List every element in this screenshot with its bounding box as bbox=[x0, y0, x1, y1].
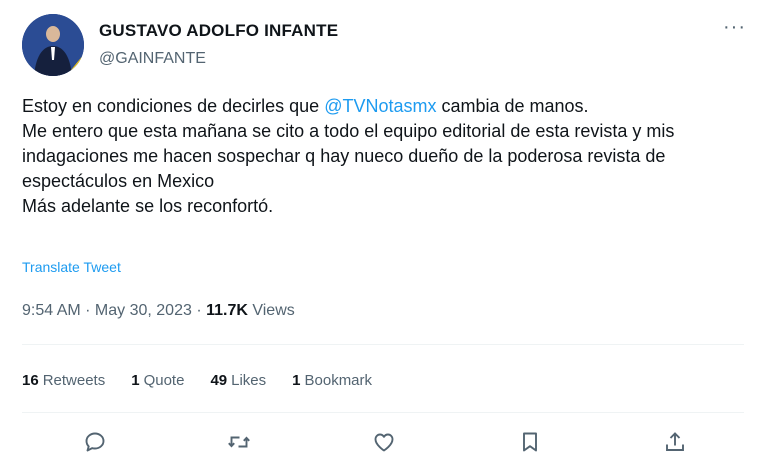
retweet-button[interactable] bbox=[221, 424, 257, 460]
heart-icon bbox=[374, 433, 394, 452]
bookmark-button[interactable] bbox=[512, 424, 548, 460]
reply-icon bbox=[85, 432, 105, 452]
mention-link[interactable]: @TVNotasmx bbox=[324, 96, 436, 116]
bookmark-icon bbox=[523, 432, 537, 452]
avatar[interactable] bbox=[22, 14, 84, 76]
avatar-image bbox=[22, 14, 84, 76]
meta-separator: · bbox=[191, 302, 207, 319]
share-button[interactable] bbox=[657, 424, 693, 460]
views-count: 11.7K bbox=[206, 302, 248, 319]
retweets-count: 16 bbox=[22, 372, 39, 389]
divider bbox=[22, 412, 744, 413]
author-name[interactable]: GUSTAVO ADOLFO INFANTE bbox=[99, 21, 338, 41]
tweet-date[interactable]: May 30, 2023 bbox=[95, 302, 192, 319]
retweet-icon bbox=[228, 436, 250, 448]
translate-tweet-link[interactable]: Translate Tweet bbox=[22, 259, 121, 275]
tweet-stats: 16 Retweets 1 Quote 49 Likes 1 Bookmark bbox=[22, 372, 372, 389]
quotes-count: 1 bbox=[131, 372, 140, 389]
share-icon bbox=[666, 432, 684, 451]
bookmarks-label: Bookmark bbox=[304, 372, 373, 389]
tweet-text: Estoy en condiciones de decirles que @TV… bbox=[22, 94, 752, 219]
quotes-stat[interactable]: 1 Quote bbox=[131, 372, 184, 389]
meta-separator: · bbox=[80, 302, 95, 319]
likes-stat[interactable]: 49 Likes bbox=[210, 372, 266, 389]
bookmarks-stat[interactable]: 1 Bookmark bbox=[292, 372, 372, 389]
bookmarks-count: 1 bbox=[292, 372, 301, 389]
quotes-label: Quote bbox=[143, 372, 185, 389]
author-handle[interactable]: @GAINFANTE bbox=[99, 50, 206, 68]
reply-button[interactable] bbox=[77, 424, 113, 460]
tweet-time[interactable]: 9:54 AM bbox=[22, 302, 81, 319]
likes-count: 49 bbox=[210, 372, 228, 389]
more-options-icon[interactable]: ··· bbox=[723, 17, 746, 37]
retweets-stat[interactable]: 16 Retweets bbox=[22, 372, 105, 389]
likes-label: Likes bbox=[231, 372, 267, 389]
divider bbox=[22, 344, 744, 345]
action-bar bbox=[0, 424, 768, 460]
views-label: Views bbox=[252, 302, 295, 319]
tweet-text-part: Estoy en condiciones de decirles que bbox=[22, 96, 325, 116]
like-button[interactable] bbox=[366, 424, 402, 460]
retweets-label: Retweets bbox=[42, 372, 106, 389]
tweet-meta: 9:54 AM · May 30, 2023 · 11.7K Views bbox=[22, 302, 295, 320]
